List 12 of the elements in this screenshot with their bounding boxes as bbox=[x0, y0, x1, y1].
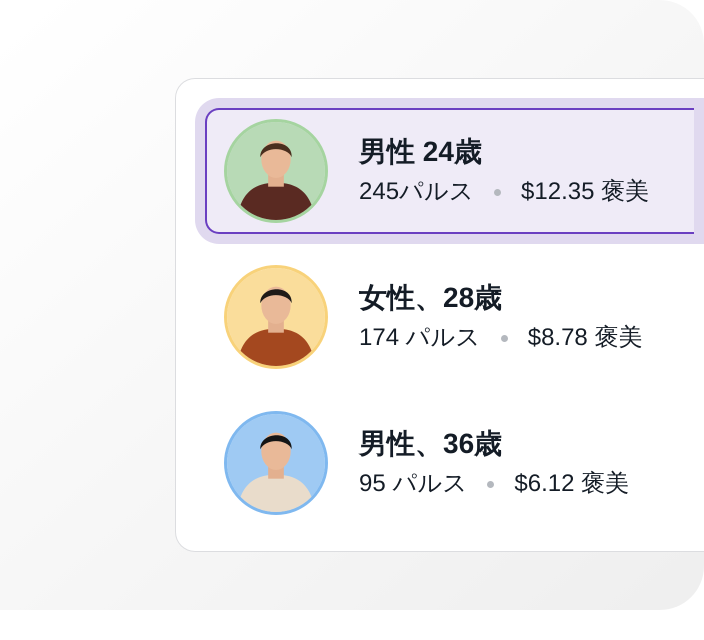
reward-amount: $6.12 褒美 bbox=[514, 469, 630, 499]
person-row[interactable]: 男性 24歳 245パルス $12.35 褒美 bbox=[195, 98, 704, 244]
reward-amount: $12.35 褒美 bbox=[521, 177, 650, 207]
person-row[interactable]: 男性、36歳 95 パルス $6.12 褒美 bbox=[195, 390, 704, 536]
person-row[interactable]: 女性、28歳 174 パルス $8.78 褒美 bbox=[195, 244, 704, 390]
person-title: 男性、36歳 bbox=[359, 427, 504, 461]
person-title: 男性 24歳 bbox=[359, 135, 483, 169]
person-title: 女性、28歳 bbox=[359, 281, 504, 315]
pulse-count: 245パルス bbox=[359, 177, 474, 207]
reward-amount: $8.78 褒美 bbox=[528, 323, 642, 353]
pulse-count: 95 パルス bbox=[359, 469, 468, 499]
pulse-count: 174 パルス bbox=[359, 323, 481, 353]
